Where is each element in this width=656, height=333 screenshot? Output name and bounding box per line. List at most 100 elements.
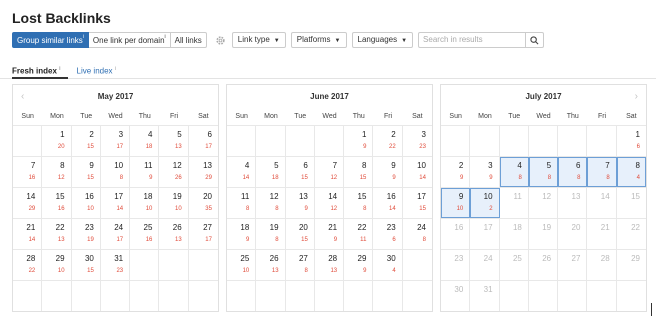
calendar-day-cell[interactable]: 11 9 bbox=[130, 157, 160, 187]
languages-dropdown[interactable]: Languages ▼ bbox=[351, 32, 414, 48]
calendar-day-cell[interactable]: 31 23 bbox=[101, 250, 131, 280]
calendar-day-cell[interactable]: 18 bbox=[500, 219, 529, 249]
calendar-day-cell[interactable]: 2 15 bbox=[72, 126, 101, 156]
link-type-dropdown[interactable]: Link type ▼ bbox=[231, 32, 286, 48]
calendar-day-cell[interactable]: 19 8 bbox=[256, 219, 286, 249]
calendar-day-cell[interactable]: 16 14 bbox=[373, 188, 403, 218]
calendar-day-cell[interactable]: 39 bbox=[470, 157, 500, 187]
calendar-day-cell[interactable]: 18 10 bbox=[130, 188, 160, 218]
calendar-day-cell[interactable]: 7 16 bbox=[13, 157, 43, 187]
calendar-day-cell[interactable]: 7 12 bbox=[315, 157, 345, 187]
calendar-day-cell[interactable]: 14 29 bbox=[13, 188, 43, 218]
calendar-day-cell[interactable]: 17 bbox=[470, 219, 500, 249]
calendar-day-cell[interactable]: 24 17 bbox=[101, 219, 131, 249]
calendar-day-cell[interactable]: 21 bbox=[587, 219, 617, 249]
calendar-day-cell[interactable]: 27 bbox=[558, 250, 588, 280]
calendar-day-cell[interactable]: 23 6 bbox=[373, 219, 403, 249]
calendar-day-cell[interactable]: 78 bbox=[587, 157, 617, 187]
calendar-day-cell[interactable]: 11 8 bbox=[227, 188, 257, 218]
calendar-day-cell[interactable]: 30 bbox=[441, 281, 471, 311]
calendar-day-cell[interactable]: 30 4 bbox=[373, 250, 403, 280]
calendar-day-cell[interactable]: 9 10 bbox=[441, 188, 471, 218]
calendar-day-cell[interactable]: 28 22 bbox=[13, 250, 43, 280]
calendar-day-cell[interactable]: 28 13 bbox=[315, 250, 345, 280]
calendar-day-cell[interactable]: 21 14 bbox=[13, 219, 43, 249]
calendar-day-cell[interactable]: 10 8 bbox=[101, 157, 131, 187]
calendar-day-cell[interactable]: 25 10 bbox=[227, 250, 257, 280]
calendar-day-cell[interactable]: 12 26 bbox=[159, 157, 189, 187]
calendar-day-cell[interactable]: 20 bbox=[558, 219, 588, 249]
calendar-day-cell[interactable]: 17 14 bbox=[101, 188, 131, 218]
calendar-day-cell[interactable]: 11 bbox=[500, 188, 529, 218]
calendar-day-cell[interactable]: 1 20 bbox=[42, 126, 72, 156]
calendar-day-cell[interactable]: 26 bbox=[529, 250, 559, 280]
calendar-day-cell[interactable]: 25 16 bbox=[130, 219, 160, 249]
calendar-day-cell[interactable]: 26 13 bbox=[256, 250, 286, 280]
calendar-day-cell[interactable]: 15 16 bbox=[42, 188, 72, 218]
calendar-day-cell[interactable]: 27 17 bbox=[189, 219, 218, 249]
calendar-day-cell[interactable]: 4 18 bbox=[130, 126, 160, 156]
calendar-day-cell[interactable]: 16 10 bbox=[72, 188, 101, 218]
platforms-dropdown[interactable]: Platforms ▼ bbox=[290, 32, 347, 48]
calendar-day-cell[interactable]: 12 8 bbox=[256, 188, 286, 218]
calendar-day-cell[interactable]: 24 bbox=[470, 250, 500, 280]
calendar-day-cell[interactable]: 29 bbox=[617, 250, 646, 280]
calendar-day-cell[interactable]: 24 8 bbox=[403, 219, 432, 249]
calendar-day-cell[interactable]: 20 15 bbox=[286, 219, 315, 249]
chevron-right-icon[interactable]: › bbox=[635, 85, 638, 109]
search-button[interactable] bbox=[526, 32, 545, 48]
calendar-day-cell[interactable]: 84 bbox=[616, 157, 646, 187]
calendar-day-cell[interactable]: 2 22 bbox=[373, 126, 403, 156]
calendar-day-cell[interactable]: 25 bbox=[500, 250, 529, 280]
calendar-day-cell[interactable]: 58 bbox=[528, 157, 559, 187]
chevron-left-icon[interactable]: ‹ bbox=[21, 85, 24, 109]
calendar-day-cell[interactable]: 14 bbox=[587, 188, 617, 218]
calendar-day-cell[interactable]: 13 bbox=[558, 188, 588, 218]
calendar-day-cell[interactable]: 30 15 bbox=[72, 250, 101, 280]
calendar-day-cell[interactable]: 21 9 bbox=[315, 219, 345, 249]
calendar-day-cell[interactable]: 10 14 bbox=[403, 157, 432, 187]
one-link-per-domain-button[interactable]: One link per domaini bbox=[88, 32, 171, 48]
tab-live-index[interactable]: Live index i bbox=[77, 66, 116, 76]
calendar-day-cell[interactable]: 16 bbox=[617, 126, 646, 156]
calendar-day-cell[interactable]: 99 bbox=[373, 157, 403, 187]
calendar-day-cell[interactable]: 22 bbox=[617, 219, 646, 249]
calendar-day-cell[interactable]: 3 23 bbox=[403, 126, 432, 156]
calendar-day-cell[interactable]: 4 14 bbox=[227, 157, 257, 187]
calendar-day-cell[interactable]: 28 bbox=[587, 250, 617, 280]
search-input[interactable]: Search in results bbox=[418, 32, 527, 48]
calendar-day-cell[interactable]: 19 bbox=[529, 219, 559, 249]
calendar-day-cell[interactable]: 15 8 bbox=[344, 188, 374, 218]
calendar-day-cell[interactable]: 15 bbox=[617, 188, 646, 218]
group-similar-links-button[interactable]: Group similar linksi bbox=[12, 32, 89, 48]
calendar-day-cell[interactable]: 19 10 bbox=[159, 188, 189, 218]
calendar-day-cell[interactable]: 31 bbox=[470, 281, 500, 311]
calendar-day-cell[interactable]: 12 bbox=[529, 188, 559, 218]
calendar-day-cell[interactable]: 5 18 bbox=[256, 157, 286, 187]
calendar-day-cell[interactable]: 68 bbox=[558, 157, 588, 187]
calendar-day-cell[interactable]: 29 bbox=[441, 157, 471, 187]
calendar-day-cell[interactable]: 6 15 bbox=[286, 157, 315, 187]
calendar-day-cell[interactable]: 19 bbox=[344, 126, 374, 156]
calendar-day-cell[interactable]: 23 bbox=[441, 250, 471, 280]
calendar-day-cell[interactable]: 8 12 bbox=[42, 157, 72, 187]
calendar-day-cell[interactable]: 9 15 bbox=[72, 157, 101, 187]
calendar-day-cell[interactable]: 14 12 bbox=[315, 188, 345, 218]
calendar-day-cell[interactable]: 27 8 bbox=[286, 250, 315, 280]
calendar-day-cell[interactable]: 22 11 bbox=[344, 219, 374, 249]
all-links-button[interactable]: All links bbox=[170, 32, 207, 48]
calendar-day-cell[interactable]: 22 13 bbox=[42, 219, 72, 249]
calendar-day-cell[interactable]: 10 2 bbox=[470, 188, 500, 218]
calendar-day-cell[interactable]: 16 bbox=[441, 219, 471, 249]
calendar-day-cell[interactable]: 6 17 bbox=[189, 126, 218, 156]
calendar-day-cell[interactable]: 13 9 bbox=[286, 188, 315, 218]
calendar-day-cell[interactable]: 29 10 bbox=[42, 250, 72, 280]
calendar-day-cell[interactable]: 5 13 bbox=[159, 126, 189, 156]
calendar-day-cell[interactable]: 3 17 bbox=[101, 126, 131, 156]
gear-icon[interactable] bbox=[215, 34, 227, 46]
calendar-day-cell[interactable]: 18 9 bbox=[227, 219, 257, 249]
calendar-day-cell[interactable]: 20 35 bbox=[189, 188, 218, 218]
calendar-day-cell[interactable]: 29 9 bbox=[344, 250, 374, 280]
tab-fresh-index[interactable]: Fresh index i bbox=[12, 66, 61, 76]
calendar-day-cell[interactable]: 17 15 bbox=[403, 188, 432, 218]
